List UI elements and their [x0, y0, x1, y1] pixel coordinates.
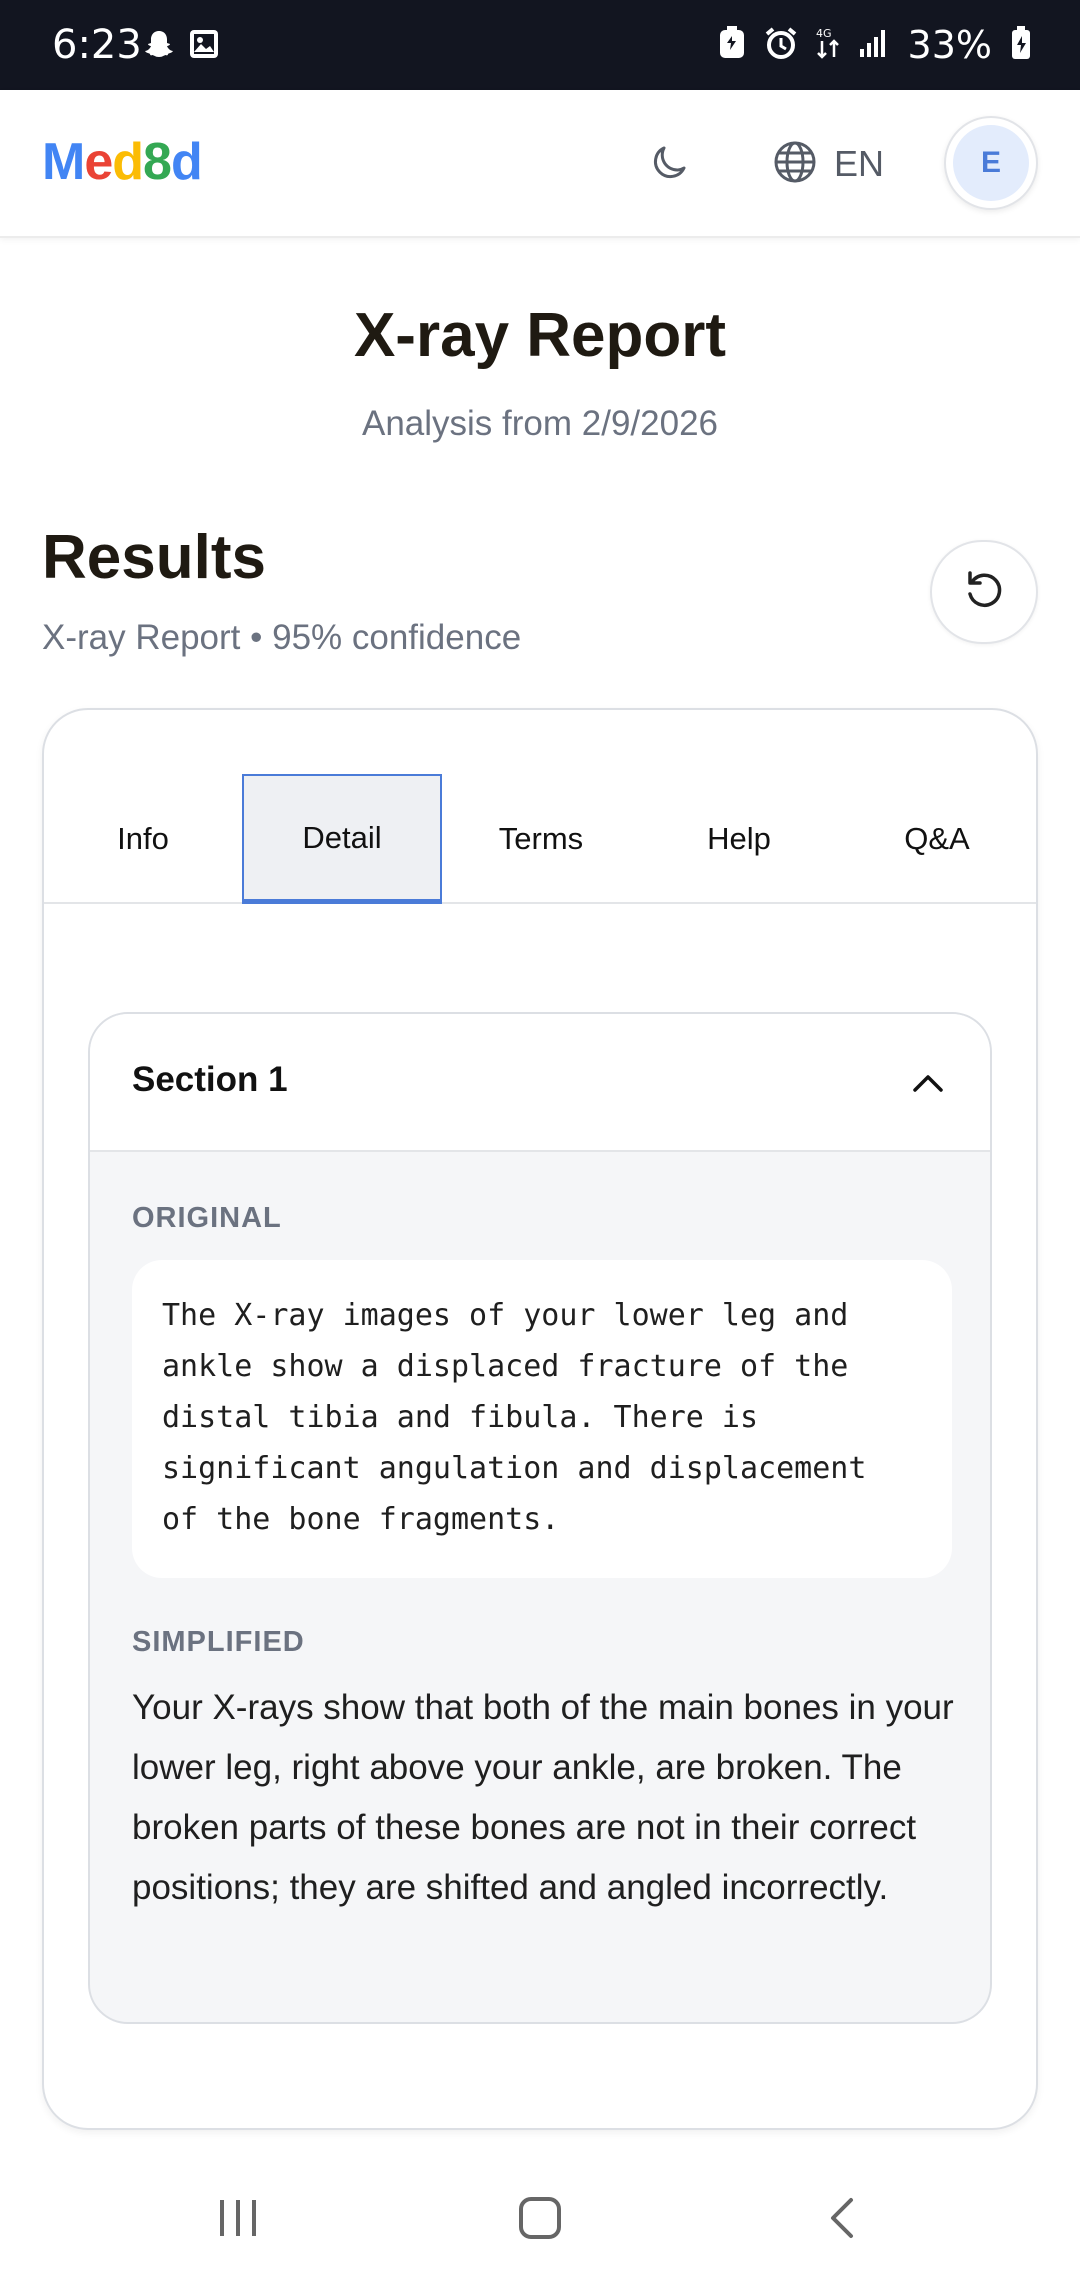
section-panel: Section 1 ORIGINAL The X-ray images of y… — [88, 1012, 992, 2024]
logo-letter: e — [84, 133, 113, 191]
signal-icon — [858, 27, 890, 64]
logo-letter: d — [112, 133, 144, 191]
battery-icon — [1010, 25, 1032, 66]
recent-apps-icon — [216, 2198, 260, 2243]
globe-icon — [772, 139, 818, 190]
moon-icon — [648, 140, 692, 189]
recent-apps-button[interactable] — [198, 2190, 278, 2250]
original-label: ORIGINAL — [132, 1202, 282, 1234]
logo-letter: 8 — [143, 133, 172, 191]
results-title: Results — [42, 523, 266, 592]
theme-toggle-button[interactable] — [642, 136, 698, 192]
refresh-button[interactable] — [930, 540, 1038, 644]
home-icon — [518, 2196, 562, 2245]
user-avatar-button[interactable]: E — [944, 116, 1038, 210]
avatar: E — [953, 125, 1029, 201]
tab-qa[interactable]: Q&A — [838, 774, 1036, 904]
system-nav-bar — [0, 2160, 1080, 2280]
section-title: Section 1 — [132, 1060, 288, 1099]
language-button[interactable]: EN — [772, 132, 884, 196]
section-header[interactable]: Section 1 — [90, 1014, 990, 1152]
status-bar: 6:23 4G 33% — [0, 0, 1080, 90]
svg-text:4G: 4G — [816, 27, 832, 40]
page-title: X-ray Report — [353, 301, 727, 370]
data-icon: 4G — [816, 25, 840, 66]
logo-letter: d — [170, 133, 203, 191]
chevron-up-icon[interactable] — [910, 1068, 946, 1098]
gallery-icon — [188, 28, 220, 65]
alarm-icon — [764, 26, 798, 65]
snapchat-icon — [142, 28, 176, 67]
back-icon — [827, 2196, 857, 2245]
battery-percent: 33% — [907, 23, 992, 67]
original-text-box: The X-ray images of your lower leg and a… — [132, 1260, 952, 1578]
home-button[interactable] — [500, 2190, 580, 2250]
logo-letter: M — [42, 133, 85, 191]
refresh-icon — [962, 568, 1006, 617]
tab-info[interactable]: Info — [44, 774, 242, 904]
tab-detail[interactable]: Detail — [242, 774, 442, 904]
language-label: EN — [834, 143, 885, 184]
results-card: Info Detail Terms Help Q&A Section 1 ORI… — [42, 708, 1038, 2130]
app-logo[interactable]: Med8d — [42, 132, 203, 192]
tab-terms[interactable]: Terms — [442, 774, 640, 904]
results-meta: X-ray Report • 95% confidence — [42, 618, 522, 657]
status-time: 6:23 — [52, 22, 142, 68]
simplified-label: SIMPLIFIED — [132, 1626, 305, 1658]
app-header: Med8d EN E — [0, 90, 1080, 238]
simplified-text: Your X-rays show that both of the main b… — [132, 1688, 954, 1907]
tab-bar: Info Detail Terms Help Q&A — [44, 774, 1036, 904]
battery-saver-icon — [718, 25, 746, 65]
original-text: The X-ray images of your lower leg and a… — [162, 1298, 867, 1537]
back-button[interactable] — [802, 2190, 882, 2250]
page-subtitle: Analysis from 2/9/2026 — [361, 404, 718, 443]
tab-help[interactable]: Help — [640, 774, 838, 904]
